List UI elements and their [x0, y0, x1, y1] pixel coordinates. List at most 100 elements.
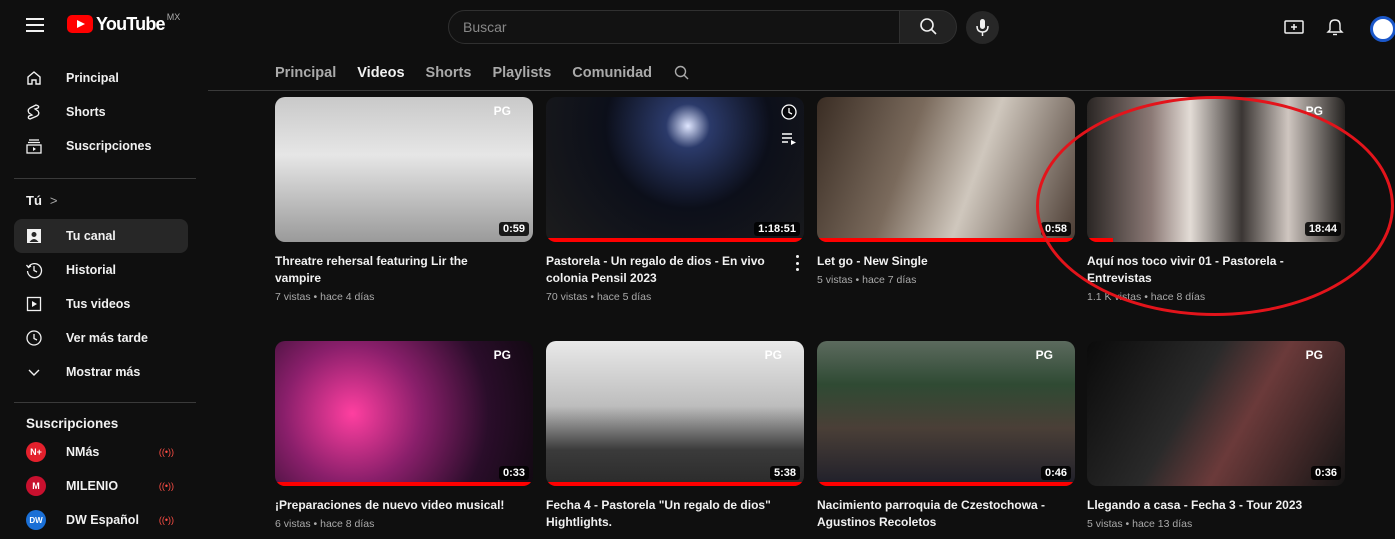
sidebar-item-ver-mas-tarde[interactable]: Ver más tarde [14, 321, 188, 355]
sidebar-item-tu-canal[interactable]: Tu canal [14, 219, 188, 253]
video-thumbnail[interactable]: 0:58 [817, 97, 1075, 242]
video-title[interactable]: ¡Preparaciones de nuevo video musical! [275, 497, 515, 514]
youtube-logo[interactable]: YouTube MX [67, 12, 181, 34]
video-duration: 18:44 [1304, 222, 1341, 236]
rating-badge: PG [1305, 348, 1323, 362]
sidebar: Principal Shorts Suscripciones Tú > Tu ca… [0, 56, 208, 539]
bell-icon [1326, 19, 1344, 36]
sidebar-item-principal[interactable]: Principal [14, 61, 188, 95]
video-title[interactable]: Nacimiento parroquia de Czestochowa - Ag… [817, 497, 1057, 531]
chevron-down-icon [22, 360, 46, 384]
video-thumbnail[interactable]: PG 0:46 [817, 341, 1075, 486]
video-thumbnail[interactable]: PG 18:44 [1087, 97, 1345, 242]
video-title[interactable]: Aquí nos toco vivir 01 - Pastorela - Ent… [1087, 253, 1327, 287]
video-meta: 6 vistas • hace 8 días [275, 518, 375, 530]
rating-badge: PG [493, 104, 511, 118]
you-section-header[interactable]: Tú > [26, 193, 57, 208]
watch-later-icon[interactable] [780, 103, 798, 121]
video-thumbnail[interactable]: PG 0:59 [275, 97, 533, 242]
sidebar-item-historial[interactable]: Historial [14, 253, 188, 287]
sidebar-sub-milenio[interactable]: M MILENIO ((•)) [14, 469, 188, 503]
tab-shorts[interactable]: Shorts [426, 65, 472, 81]
notifications-button[interactable] [1325, 16, 1345, 36]
tab-principal[interactable]: Principal [275, 65, 336, 81]
search-icon[interactable] [673, 64, 691, 82]
watch-progress-bar [817, 238, 1075, 242]
account-avatar[interactable] [1370, 16, 1395, 42]
video-thumbnail[interactable]: PG 0:36 [1087, 341, 1345, 486]
video-card[interactable]: PG 18:44 Aquí nos toco vivir 01 - Pastor… [1087, 97, 1345, 303]
sidebar-item-label: Ver más tarde [66, 331, 148, 345]
video-thumbnail[interactable]: PG 5:38 [546, 341, 804, 486]
create-video-icon [1284, 20, 1304, 34]
search-button[interactable] [899, 10, 957, 44]
video-title[interactable]: Llegando a casa - Fecha 3 - Tour 2023 [1087, 497, 1327, 514]
live-icon: ((•)) [158, 515, 174, 525]
video-duration: 0:46 [1040, 466, 1071, 480]
video-meta: 7 vistas • hace 4 días [275, 291, 375, 303]
video-card[interactable]: 0:58 Let go - New Single 5 vistas • hace… [817, 97, 1075, 286]
live-icon: ((•)) [158, 481, 174, 491]
logo-text: YouTube [96, 14, 166, 34]
search-input[interactable] [463, 11, 899, 43]
video-duration: 5:38 [769, 466, 800, 480]
video-card[interactable]: 1:18:51 Pastorela - Un regalo de dios - … [546, 97, 804, 303]
your-channel-icon [22, 224, 46, 248]
video-meta: 5 vistas • hace 13 días [1087, 518, 1193, 530]
video-meta: 70 vistas • hace 5 días [546, 291, 652, 303]
watch-progress-bar [1087, 238, 1113, 242]
channel-avatar: M [26, 476, 46, 496]
voice-search-button[interactable] [966, 11, 999, 44]
watch-progress-bar [817, 482, 1075, 486]
sidebar-sub-dw-espanol[interactable]: DW DW Español ((•)) [14, 503, 188, 537]
video-title[interactable]: Threatre rehersal featuring Lir the vamp… [275, 253, 515, 287]
watch-progress-bar [275, 482, 533, 486]
search-icon [920, 18, 937, 35]
channel-avatar: N+ [26, 442, 46, 462]
sidebar-item-suscripciones[interactable]: Suscripciones [14, 129, 188, 163]
video-card[interactable]: PG 0:36 Llegando a casa - Fecha 3 - Tour… [1087, 341, 1345, 530]
sidebar-item-label: DW Español [66, 513, 139, 527]
menu-icon[interactable] [26, 18, 44, 32]
more-options-icon[interactable] [796, 255, 802, 271]
logo-country: MX [166, 12, 181, 22]
video-thumbnail[interactable]: PG 0:33 [275, 341, 533, 486]
sidebar-item-label: Tus videos [66, 297, 131, 311]
video-duration: 0:59 [498, 222, 529, 236]
history-icon [22, 258, 46, 282]
video-title[interactable]: Fecha 4 - Pastorela "Un regalo de dios" … [546, 497, 786, 531]
video-thumbnail[interactable]: 1:18:51 [546, 97, 804, 242]
sidebar-item-mostrar-mas[interactable]: Mostrar más [14, 355, 188, 389]
add-to-queue-icon[interactable] [780, 129, 798, 147]
youtube-play-icon [67, 15, 93, 33]
rating-badge: PG [1305, 104, 1323, 118]
channel-tabs: Principal Videos Shorts Playlists Comuni… [275, 58, 691, 88]
you-label: Tú [26, 193, 42, 208]
rating-badge: PG [764, 348, 782, 362]
sidebar-item-label: NMás [66, 445, 100, 459]
video-title[interactable]: Let go - New Single [817, 253, 1057, 270]
tab-playlists[interactable]: Playlists [492, 65, 551, 81]
home-icon [22, 66, 46, 90]
video-card[interactable]: PG 0:59 Threatre rehersal featuring Lir … [275, 97, 533, 303]
tab-comunidad[interactable]: Comunidad [572, 65, 652, 81]
tab-videos[interactable]: Videos [357, 65, 404, 81]
sidebar-item-label: Tu canal [66, 229, 116, 243]
video-card[interactable]: PG 5:38 Fecha 4 - Pastorela "Un regalo d… [546, 341, 804, 535]
sidebar-item-label: Mostrar más [66, 365, 141, 379]
your-videos-icon [22, 292, 46, 316]
sidebar-item-tus-videos[interactable]: Tus videos [14, 287, 188, 321]
sidebar-sub-nmas[interactable]: N+ NMás ((•)) [14, 435, 188, 469]
rating-badge: PG [1035, 348, 1053, 362]
video-meta: 1.1 K vistas • hace 8 días [1087, 291, 1206, 303]
video-title[interactable]: Pastorela - Un regalo de dios - En vivo … [546, 253, 786, 287]
sidebar-item-label: Suscripciones [66, 139, 152, 153]
sidebar-item-label: MILENIO [66, 479, 119, 493]
video-card[interactable]: PG 0:46 Nacimiento parroquia de Czestoch… [817, 341, 1075, 535]
sidebar-divider [14, 402, 196, 403]
video-card[interactable]: PG 0:33 ¡Preparaciones de nuevo video mu… [275, 341, 533, 530]
sidebar-item-shorts[interactable]: Shorts [14, 95, 188, 129]
video-duration: 0:58 [1040, 222, 1071, 236]
video-duration: 0:33 [498, 466, 529, 480]
create-button[interactable] [1284, 18, 1304, 36]
